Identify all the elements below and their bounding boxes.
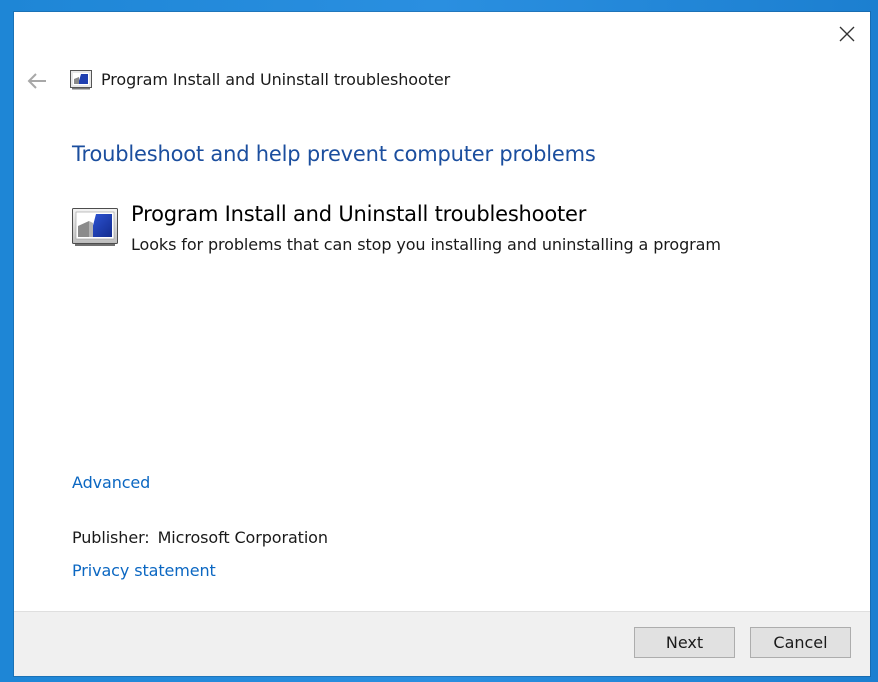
back-arrow-icon	[27, 73, 46, 89]
troubleshooter-description: Looks for problems that can stop you ins…	[131, 235, 721, 254]
troubleshooter-icon	[72, 208, 118, 246]
publisher-info: Publisher: Microsoft Corporation	[72, 528, 328, 547]
dialog-footer: Next Cancel	[14, 611, 870, 676]
privacy-statement-link[interactable]: Privacy statement	[72, 561, 216, 580]
troubleshooter-window: Program Install and Uninstall troublesho…	[14, 12, 870, 676]
close-icon	[839, 26, 855, 42]
back-button[interactable]	[24, 68, 50, 94]
next-button[interactable]: Next	[634, 627, 735, 658]
cancel-button[interactable]: Cancel	[750, 627, 851, 658]
publisher-label: Publisher:	[72, 528, 150, 547]
publisher-value: Microsoft Corporation	[157, 528, 328, 547]
troubleshooter-title: Program Install and Uninstall troublesho…	[131, 202, 587, 226]
troubleshooter-icon	[70, 70, 92, 90]
page-heading: Troubleshoot and help prevent computer p…	[72, 142, 596, 166]
advanced-link[interactable]: Advanced	[72, 473, 150, 492]
window-title: Program Install and Uninstall troublesho…	[101, 70, 451, 89]
close-button[interactable]	[824, 12, 870, 56]
